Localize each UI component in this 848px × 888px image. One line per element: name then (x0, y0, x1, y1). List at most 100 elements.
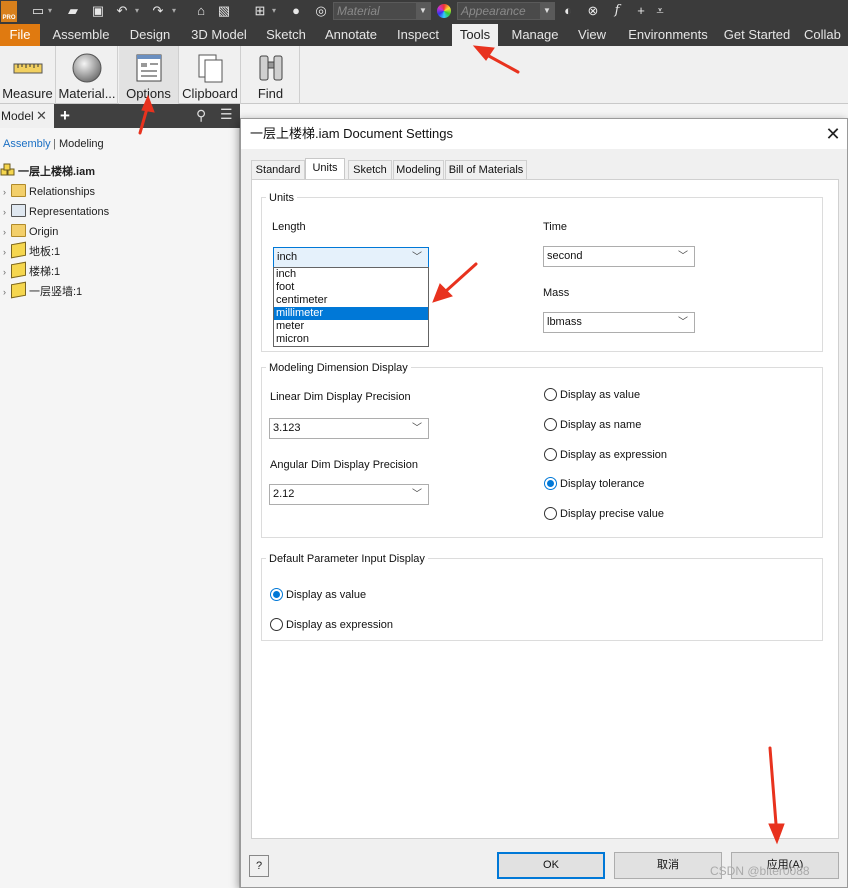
radio-display-as-value[interactable]: Display as value (544, 387, 640, 403)
angular-precision-select[interactable]: 2.12 ﹀ (269, 484, 429, 505)
tab-tools[interactable]: Tools (452, 24, 498, 46)
color-wheel-icon[interactable] (437, 4, 451, 18)
material-button[interactable]: Material... (57, 46, 118, 104)
fx-parameters-icon[interactable]: f (609, 3, 625, 19)
appearance-combo[interactable]: Appearance ▼ (457, 2, 555, 20)
tab-sketch[interactable]: Sketch (348, 160, 392, 180)
radio-param-display-as-expression[interactable]: Display as expression (270, 617, 393, 633)
chevron-right-icon[interactable]: › (3, 282, 11, 302)
chevron-down-icon[interactable]: ▾ (48, 3, 56, 19)
radio-display-as-name[interactable]: Display as name (544, 417, 641, 433)
help-button[interactable]: ? (249, 855, 269, 877)
chevron-right-icon[interactable]: › (3, 222, 11, 242)
tab-sketch[interactable]: Sketch (260, 24, 312, 46)
radio-circle[interactable] (544, 448, 557, 461)
tree-item-part[interactable]: › 楼梯:1 (0, 261, 60, 282)
open-folder-icon[interactable]: ▰ (65, 3, 81, 19)
radio-circle[interactable] (544, 418, 557, 431)
ok-button[interactable]: OK (497, 852, 605, 879)
adjust-appearance-icon[interactable]: ◐ (560, 3, 576, 19)
tab-units[interactable]: Units (305, 158, 345, 180)
tree-root-assembly[interactable]: 一层上楼梯.iam (0, 162, 95, 182)
cancel-button[interactable]: 取消 (614, 852, 722, 879)
hamburger-menu-icon[interactable]: ☰ (220, 106, 233, 123)
folder-icon (11, 184, 26, 197)
search-icon[interactable]: ⚲ (196, 107, 206, 124)
radio-circle-selected[interactable] (270, 588, 283, 601)
tree-item-origin[interactable]: › Origin (0, 222, 58, 242)
watermark: CSDN @biter0088 (710, 864, 810, 878)
tab-modeling[interactable]: Modeling (393, 160, 444, 180)
tab-collaborate[interactable]: Collab (804, 24, 848, 46)
length-option-highlighted[interactable]: millimeter (274, 307, 428, 320)
linear-precision-select[interactable]: 3.123 ﹀ (269, 418, 429, 439)
tab-file[interactable]: File (0, 24, 40, 46)
tab-standard[interactable]: Standard (251, 160, 305, 180)
length-option[interactable]: micron (274, 333, 428, 346)
length-select[interactable]: inch ﹀ (273, 247, 429, 268)
clear-appearance-icon[interactable]: ⊗ (585, 3, 601, 19)
radio-circle[interactable] (270, 618, 283, 631)
new-file-icon[interactable]: ▭ (30, 3, 46, 19)
tab-view[interactable]: View (571, 24, 613, 46)
mass-select[interactable]: lbmass ﹀ (543, 312, 695, 333)
chevron-right-icon[interactable]: › (3, 202, 11, 222)
radio-circle[interactable] (544, 507, 557, 520)
tab-manage[interactable]: Manage (504, 24, 566, 46)
chevron-right-icon[interactable]: › (3, 242, 11, 262)
subtab-assembly[interactable]: Assembly (3, 138, 51, 150)
close-icon[interactable]: ✕ (36, 104, 47, 128)
app-logo[interactable]: PRO (1, 1, 17, 22)
radio-param-display-as-value[interactable]: Display as value (270, 587, 366, 603)
tab-get-started[interactable]: Get Started (720, 24, 794, 46)
chevron-right-icon[interactable]: › (3, 182, 11, 202)
select-filter-icon[interactable]: ⊞ (252, 3, 268, 19)
material-combo[interactable]: Material ▼ (333, 2, 431, 20)
radio-circle-selected[interactable] (544, 477, 557, 490)
material-label: Material... (58, 86, 116, 101)
tab-assemble[interactable]: Assemble (44, 24, 118, 46)
subtab-modeling[interactable]: Modeling (59, 138, 104, 150)
length-option[interactable]: inch (274, 268, 428, 281)
add-tab-icon[interactable]: + (60, 104, 70, 128)
tab-design[interactable]: Design (122, 24, 178, 46)
chevron-right-icon[interactable]: › (3, 262, 11, 282)
customize-menu-icon[interactable]: ⩡ (652, 3, 668, 19)
image-icon[interactable]: ▧ (216, 3, 232, 19)
length-option[interactable]: foot (274, 281, 428, 294)
find-button[interactable]: Find (242, 46, 300, 104)
home-icon[interactable]: ⌂ (193, 3, 209, 19)
tab-3d-model[interactable]: 3D Model (182, 24, 256, 46)
measure-button[interactable]: Measure (0, 46, 56, 104)
tab-annotate[interactable]: Annotate (317, 24, 385, 46)
radio-display-as-expression[interactable]: Display as expression (544, 447, 667, 463)
plus-icon[interactable]: + (633, 3, 649, 19)
tree-item-part[interactable]: › 一层竖墙:1 (0, 281, 82, 302)
chevron-down-icon[interactable]: ▾ (272, 3, 280, 19)
options-button[interactable]: Options (119, 46, 179, 104)
clipboard-button[interactable]: Clipboard (180, 46, 241, 104)
chevron-down-icon[interactable]: ▾ (135, 3, 143, 19)
length-option[interactable]: centimeter (274, 294, 428, 307)
material-placeholder: Material (337, 4, 380, 18)
radio-display-precise-value[interactable]: Display precise value (544, 506, 664, 522)
tree-item-relationships[interactable]: › Relationships (0, 182, 95, 202)
time-label: Time (543, 221, 568, 233)
close-icon[interactable]: ✕ (821, 119, 845, 149)
undo-icon[interactable]: ↶ (114, 3, 130, 19)
tree-item-part[interactable]: › 地板:1 (0, 241, 60, 262)
radio-circle[interactable] (544, 388, 557, 401)
properties-icon[interactable]: ● (288, 3, 304, 19)
parameter-input-group-title: Default Parameter Input Display (266, 553, 428, 565)
save-icon[interactable]: ▣ (90, 3, 106, 19)
tab-bill-of-materials[interactable]: Bill of Materials (445, 160, 527, 180)
chevron-down-icon[interactable]: ▾ (172, 3, 180, 19)
length-option[interactable]: meter (274, 320, 428, 333)
redo-icon[interactable]: ↷ (150, 3, 166, 19)
sphere-icon[interactable]: ◎ (313, 3, 329, 19)
tab-environments[interactable]: Environments (620, 24, 716, 46)
time-select[interactable]: second ﹀ (543, 246, 695, 267)
radio-display-tolerance[interactable]: Display tolerance (544, 476, 644, 492)
tree-item-representations[interactable]: › Representations (0, 202, 109, 222)
tab-inspect[interactable]: Inspect (390, 24, 446, 46)
